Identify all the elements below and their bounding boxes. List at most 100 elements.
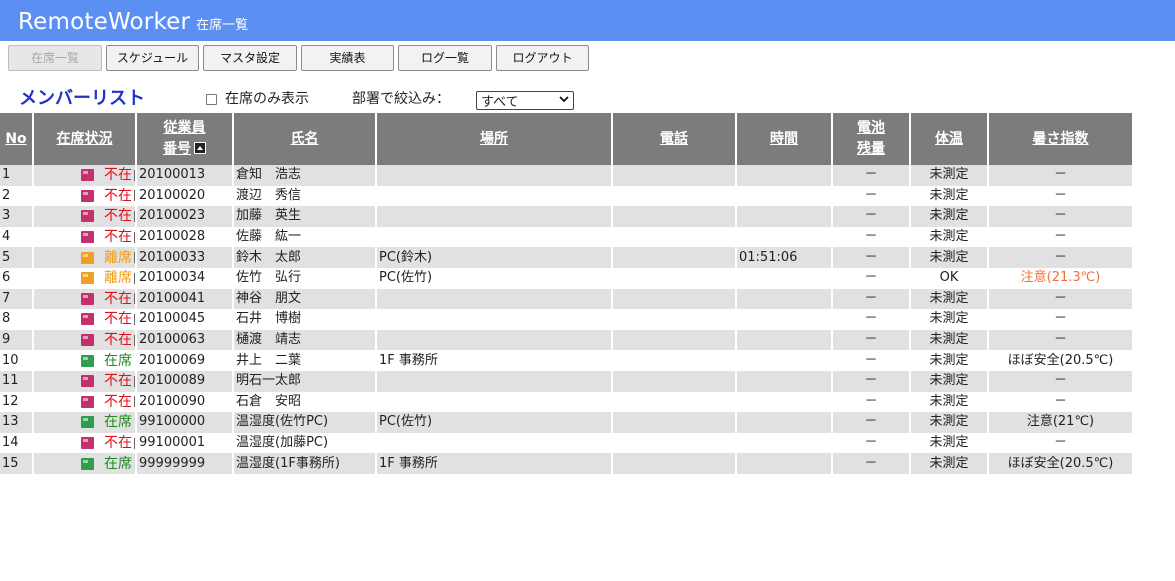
col-header-emp-no[interactable]: 従業員 番号 <box>136 113 234 165</box>
table-row: 6 離席 20100034 佐竹 弘行 PC(佐竹) － OK 注意(21.3℃) <box>0 267 1132 289</box>
cell-emp-no: 20100069 <box>136 350 234 371</box>
cell-heat-index: － <box>988 432 1132 454</box>
cell-temp: 未測定 <box>910 309 989 330</box>
cell-place <box>376 370 613 392</box>
cell-status: 不在 <box>33 309 137 330</box>
cell-status: 不在 <box>33 391 137 413</box>
cell-temp: 未測定 <box>910 185 989 207</box>
status-square-icon <box>81 375 94 388</box>
cell-emp-no: 20100020 <box>136 185 234 207</box>
cell-time <box>736 288 833 310</box>
col-header-phone[interactable]: 電話 <box>612 113 737 165</box>
present-only-filter[interactable]: 在席のみ表示 <box>206 91 309 107</box>
cell-phone <box>612 412 737 433</box>
cell-name: 温湿度(加藤PC) <box>233 432 377 454</box>
cell-status: 不在 <box>33 288 137 310</box>
col-header-heat-index[interactable]: 暑さ指数 <box>988 113 1132 165</box>
cell-phone <box>612 165 737 186</box>
cell-heat-index: 注意(21.3℃) <box>988 267 1132 289</box>
master-settings-button[interactable]: マスタ設定 <box>203 45 297 71</box>
cell-place <box>376 206 613 227</box>
chevron-down-icon <box>559 95 569 106</box>
dept-filter-label: 部署で絞込み： <box>352 91 450 107</box>
attendance-list-button[interactable]: 在席一覧 <box>8 45 102 71</box>
cell-name: 温湿度(1F事務所) <box>233 453 377 474</box>
cell-phone <box>612 370 737 392</box>
cell-emp-no: 20100063 <box>136 329 234 351</box>
status-label: 不在 <box>104 229 132 246</box>
cell-temp: 未測定 <box>910 226 989 248</box>
col-header-place[interactable]: 場所 <box>376 113 613 165</box>
cell-heat-index: 注意(21℃) <box>988 412 1132 433</box>
performance-table-button[interactable]: 実績表 <box>301 45 394 71</box>
status-square-icon <box>81 189 94 202</box>
col-header-status[interactable]: 在席状況 <box>33 113 137 165</box>
status-square-icon <box>81 416 94 429</box>
cell-place: PC(鈴木) <box>376 247 613 268</box>
status-label: 不在 <box>104 290 132 307</box>
table-row: 1 不在 20100013 倉知 浩志 －未測定－ <box>0 165 1132 186</box>
status-square-icon <box>81 457 94 470</box>
cell-battery: － <box>832 247 911 268</box>
cell-time <box>736 391 833 413</box>
cell-heat-index: － <box>988 309 1132 330</box>
cell-heat-index: ほぼ安全(20.5℃) <box>988 350 1132 371</box>
status-label: 不在 <box>104 208 132 225</box>
cell-battery: － <box>832 267 911 289</box>
status-label: 在席 <box>104 352 132 369</box>
status-label: 不在 <box>104 373 132 390</box>
cell-time <box>736 453 833 474</box>
cell-temp: 未測定 <box>910 412 989 433</box>
status-square-icon <box>81 334 94 347</box>
cell-no: 7 <box>0 288 34 310</box>
cell-no: 14 <box>0 432 34 454</box>
col-header-battery[interactable]: 電池 残量 <box>832 113 911 165</box>
cell-temp: 未測定 <box>910 247 989 268</box>
dept-filter-select[interactable]: すべて <box>476 91 574 110</box>
cell-name: 加藤 英生 <box>233 206 377 227</box>
table-row: 12 不在 20100090 石倉 安昭 －未測定－ <box>0 391 1132 413</box>
col-header-emp-no-line2: 番号 <box>163 141 191 157</box>
log-list-button[interactable]: ログ一覧 <box>398 45 492 71</box>
table-row: 15 在席 99999999 温湿度(1F事務所) 1F 事務所 －未測定 ほぼ安全(20.… <box>0 453 1132 474</box>
table-row: 7 不在 20100041 神谷 朋文 －未測定－ <box>0 288 1132 310</box>
cell-no: 3 <box>0 206 34 227</box>
present-only-checkbox[interactable] <box>206 93 217 105</box>
cell-time <box>736 412 833 433</box>
sort-ascending-icon[interactable] <box>194 142 206 154</box>
cell-emp-no: 99999999 <box>136 453 234 474</box>
cell-name: 鈴木 太郎 <box>233 247 377 268</box>
cell-phone <box>612 185 737 207</box>
cell-name: 渡辺 秀信 <box>233 185 377 207</box>
col-header-no: No <box>0 113 34 165</box>
cell-phone <box>612 432 737 454</box>
cell-no: 6 <box>0 267 34 289</box>
cell-battery: － <box>832 350 911 371</box>
cell-temp: OK <box>910 267 989 289</box>
cell-status: 在席 <box>33 453 137 474</box>
status-square-icon <box>81 210 94 223</box>
status-square-icon <box>81 354 94 367</box>
app-header: RemoteWorker 在席一覧 <box>0 0 1175 41</box>
col-header-name[interactable]: 氏名 <box>233 113 377 165</box>
cell-name: 倉知 浩志 <box>233 165 377 186</box>
cell-temp: 未測定 <box>910 288 989 310</box>
cell-name: 神谷 朋文 <box>233 288 377 310</box>
cell-status: 不在 <box>33 206 137 227</box>
status-label: 不在 <box>104 187 132 204</box>
cell-battery: － <box>832 206 911 227</box>
cell-emp-no: 99100001 <box>136 432 234 454</box>
cell-temp: 未測定 <box>910 453 989 474</box>
cell-name: 佐藤 紘一 <box>233 226 377 248</box>
cell-status: 不在 <box>33 370 137 392</box>
col-header-temp[interactable]: 体温 <box>910 113 989 165</box>
cell-status: 不在 <box>33 185 137 207</box>
cell-phone <box>612 288 737 310</box>
cell-heat-index: － <box>988 288 1132 310</box>
cell-status: 在席 <box>33 412 137 433</box>
logout-button[interactable]: ログアウト <box>496 45 589 71</box>
schedule-button[interactable]: スケジュール <box>106 45 199 71</box>
status-label: 不在 <box>104 332 132 349</box>
col-header-time[interactable]: 時間 <box>736 113 833 165</box>
cell-battery: － <box>832 288 911 310</box>
